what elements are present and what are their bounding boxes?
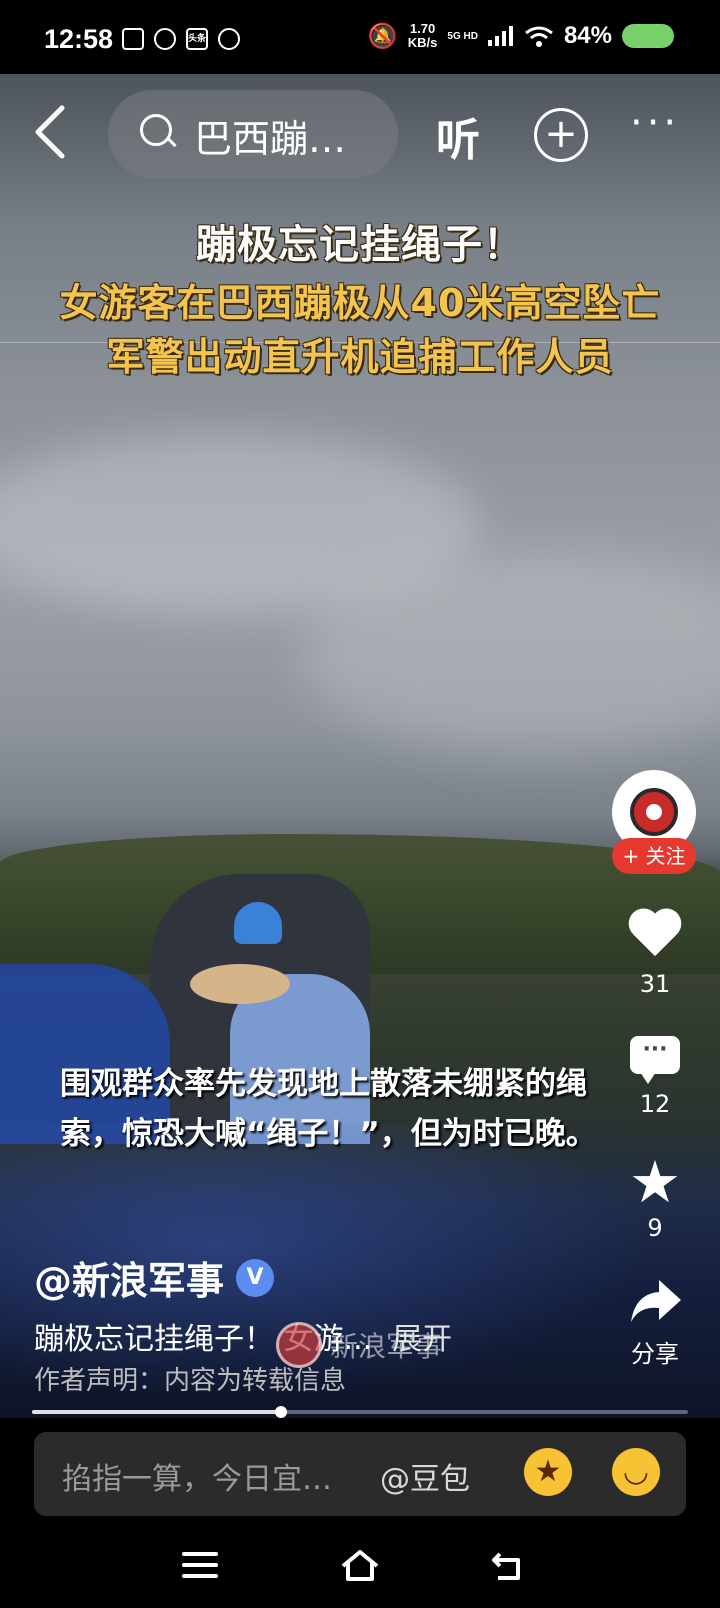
- follow-button[interactable]: + 关注: [612, 838, 696, 874]
- phone-icon: [154, 28, 176, 50]
- star-eyes-emoji-icon[interactable]: ★: [524, 1448, 572, 1496]
- home-icon[interactable]: [340, 1548, 380, 1582]
- author-name[interactable]: @新浪军事 V: [34, 1250, 275, 1305]
- progress-fill: [32, 1410, 282, 1414]
- comment-icon: ···: [627, 1036, 683, 1086]
- back-nav-icon[interactable]: [490, 1550, 526, 1582]
- toutiao-icon: 头条: [186, 28, 208, 50]
- star-icon: ★: [629, 1148, 681, 1216]
- network-label: 5G HD: [447, 30, 478, 42]
- laughing-emoji-icon[interactable]: ◡: [612, 1448, 660, 1496]
- verified-badge: V: [236, 1258, 275, 1297]
- avatar-logo-eye: [646, 804, 662, 820]
- video-headline-2: 女游客在巴西蹦极从40米高空坠亡: [59, 281, 661, 325]
- net-speed-unit: KB/s: [407, 35, 438, 50]
- listen-button[interactable]: 听: [436, 104, 480, 168]
- comment-count: 12: [639, 1090, 671, 1118]
- video-headline-3: 军警出动直升机追捕工作人员: [106, 335, 614, 379]
- video-helmet: [234, 902, 282, 944]
- watermark-text: 新浪军事: [330, 1330, 443, 1363]
- battery-percent: 84%: [563, 22, 612, 49]
- net-speed-value: 1.70: [409, 21, 436, 36]
- search-text: 巴西蹦…: [194, 117, 347, 161]
- more-button[interactable]: ···: [630, 100, 680, 146]
- comment-action[interactable]: ··· 12: [610, 1036, 700, 1118]
- search-box[interactable]: 巴西蹦…: [108, 90, 398, 178]
- video-headline-1: 蹦极忘记挂绳子！: [196, 222, 524, 268]
- status-right-icons: 🔕 1.70 KB/s 5G HD 84%: [368, 22, 674, 50]
- back-button[interactable]: [32, 104, 82, 164]
- wifi-icon: [525, 26, 553, 47]
- add-button[interactable]: +: [534, 108, 588, 162]
- author-handle: @新浪军事: [34, 1259, 225, 1303]
- video-progress-bar[interactable]: [32, 1406, 688, 1418]
- share-icon: [631, 1280, 681, 1322]
- battery-icon: [622, 24, 674, 48]
- net-speed: 1.70 KB/s: [408, 22, 438, 50]
- signal-icon: [487, 26, 513, 46]
- status-time: 12:58: [44, 24, 114, 54]
- like-action[interactable]: 31: [610, 910, 700, 998]
- video-caption-2: 索，惊恐大喊“绳子！”，但为时已晚。: [60, 1116, 597, 1152]
- video-caption-1: 围观群众率先发现地上散落未绷紧的绳: [60, 1066, 587, 1102]
- chevron-left-icon: [35, 105, 65, 159]
- share-label: 分享: [631, 1340, 679, 1368]
- comment-input-bar[interactable]: 掐指一算，今日宜… @豆包 ★ ◡: [34, 1432, 686, 1516]
- status-notification-icons: 头条: [122, 28, 240, 50]
- like-count: 31: [639, 970, 671, 998]
- plus-icon: +: [544, 111, 578, 157]
- heart-icon: [627, 910, 683, 966]
- doubao-mention[interactable]: @豆包: [380, 1454, 470, 1498]
- comment-input-placeholder[interactable]: 掐指一算，今日宜…: [62, 1454, 332, 1498]
- favorite-action[interactable]: ★ 9: [610, 1148, 700, 1242]
- search-icon: [140, 114, 172, 146]
- link-icon: [218, 28, 240, 50]
- video-hat: [190, 964, 290, 1004]
- status-bar: 12:58 头条 🔕 1.70 KB/s 5G HD 84%: [0, 0, 720, 84]
- menu-icon[interactable]: [182, 1552, 218, 1585]
- system-nav-bar: [0, 1518, 720, 1608]
- share-action[interactable]: 分享: [610, 1276, 700, 1369]
- top-bar: 巴西蹦… 听 + ···: [0, 90, 720, 180]
- mute-bell-icon: 🔕: [367, 22, 398, 50]
- author-declaration: 作者声明：内容为转载信息: [34, 1366, 347, 1396]
- app-notification-icon: [122, 28, 144, 50]
- favorite-count: 9: [647, 1214, 663, 1242]
